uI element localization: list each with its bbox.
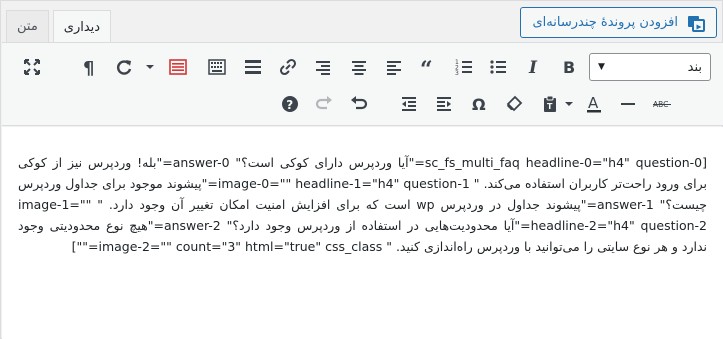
tab-text[interactable]: متن: [6, 10, 49, 42]
caret-down-icon: [565, 102, 573, 106]
tab-visual[interactable]: دیداری: [52, 10, 112, 43]
chevron-down-icon: ▼: [598, 62, 605, 72]
special-character-icon: Ω: [472, 95, 486, 114]
fullscreen-icon: [24, 59, 40, 75]
svg-text:3: 3: [455, 70, 459, 77]
special-character-button[interactable]: Ω: [465, 90, 493, 118]
numbered-list-button[interactable]: 1 2 3: [450, 53, 478, 81]
horizontal-line-button[interactable]: [614, 90, 642, 118]
undo-icon: [351, 96, 368, 110]
blockquote-icon: “: [420, 57, 433, 77]
format-select-value: بند: [687, 59, 702, 75]
add-media-button[interactable]: افزودن پروندهٔ چندرسانه‌ای: [520, 7, 717, 38]
svg-text:¶: ¶: [83, 58, 94, 77]
svg-text:“: “: [420, 57, 433, 77]
redo-button[interactable]: [310, 90, 338, 118]
editor-frame: افزودن پروندهٔ چندرسانه‌ای متن دیداری بن…: [0, 0, 723, 339]
toolbar-row-1: بند ▼ B I 1 2 3 “ ¶: [2, 47, 723, 87]
paragraph-mark-icon: ¶: [83, 58, 94, 77]
refresh-icon: [117, 60, 132, 75]
text-color-icon: A: [587, 94, 601, 113]
fullscreen-button[interactable]: [18, 53, 46, 81]
clear-formatting-icon: [506, 95, 523, 112]
svg-text:A: A: [588, 94, 599, 112]
svg-text:I: I: [528, 58, 538, 77]
shortcode-icon: [169, 59, 187, 75]
add-media-icon: [686, 13, 706, 33]
link-button[interactable]: [274, 53, 302, 81]
svg-text:T: T: [547, 102, 553, 111]
blockquote-button[interactable]: “: [415, 53, 443, 81]
shortcode-button[interactable]: [164, 53, 192, 81]
clear-formatting-button[interactable]: [500, 90, 528, 118]
undo-button[interactable]: [345, 90, 373, 118]
align-center-icon: [352, 61, 366, 75]
strikethrough-button[interactable]: ABC: [648, 90, 676, 118]
tab-text-label: متن: [17, 19, 38, 34]
align-right-button[interactable]: [309, 53, 337, 81]
svg-text:B: B: [563, 58, 575, 77]
toolbar-row-2: ABC A T Ω ?: [2, 84, 723, 124]
tab-visual-label: دیداری: [63, 19, 101, 35]
format-select[interactable]: بند ▼: [589, 53, 711, 81]
read-more-button[interactable]: [239, 53, 267, 81]
svg-text:Ω: Ω: [472, 95, 486, 114]
paste-as-text-icon: T: [544, 95, 556, 112]
numbered-list-icon: 1 2 3: [455, 59, 472, 77]
refresh-button[interactable]: [110, 53, 138, 81]
indent-button[interactable]: [430, 90, 458, 118]
outdent-icon: [402, 97, 416, 111]
italic-icon: I: [528, 58, 538, 77]
help-icon: ?: [282, 96, 298, 112]
caret-down-icon: [146, 65, 154, 69]
align-left-button[interactable]: [380, 53, 408, 81]
outdent-button[interactable]: [395, 90, 423, 118]
toolbar-toggle-button[interactable]: [203, 53, 231, 81]
strikethrough-icon: ABC: [653, 100, 671, 109]
redo-icon: [315, 96, 332, 110]
italic-button[interactable]: I: [520, 53, 548, 81]
svg-text:?: ?: [286, 98, 293, 112]
editor-content[interactable]: [sc_fs_multi_faq headline-0="h4" questio…: [18, 152, 707, 257]
add-media-label: افزودن پروندهٔ چندرسانه‌ای: [532, 15, 679, 30]
align-center-button[interactable]: [345, 53, 373, 81]
dropdown-caret-button[interactable]: [142, 53, 158, 81]
read-more-icon: [245, 60, 261, 74]
bold-button[interactable]: B: [555, 53, 583, 81]
align-right-icon: [316, 61, 330, 75]
bullet-list-icon: [490, 60, 506, 74]
editor-tabs: متن دیداری: [6, 10, 115, 43]
editor-content-area[interactable]: [sc_fs_multi_faq headline-0="h4" questio…: [2, 127, 723, 339]
toolbar-toggle-icon: [208, 59, 226, 75]
link-icon: [279, 58, 297, 76]
editor-toolbar: بند ▼ B I 1 2 3 “ ¶ ABC A T Ω ?: [2, 42, 723, 126]
indent-icon: [437, 97, 451, 111]
horizontal-line-icon: [621, 103, 635, 105]
align-left-icon: [387, 61, 401, 75]
paragraph-mark-button[interactable]: ¶: [76, 53, 104, 81]
help-button[interactable]: ?: [276, 90, 304, 118]
text-color-caret[interactable]: [562, 90, 576, 118]
bold-icon: B: [563, 58, 575, 77]
bullet-list-button[interactable]: [484, 53, 512, 81]
paste-as-text-button[interactable]: T: [536, 90, 564, 118]
text-color-button[interactable]: A: [580, 90, 608, 118]
